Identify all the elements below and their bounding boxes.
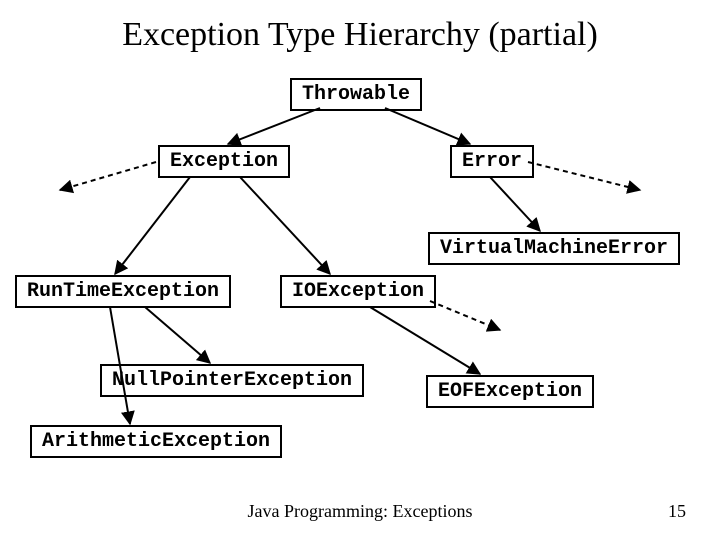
slide: Exception Type Hierarchy (partial) Throw… xyxy=(0,0,720,540)
footer-text: Java Programming: Exceptions xyxy=(0,501,720,522)
node-runtime: RunTimeException xyxy=(15,275,231,308)
node-arithmetic: ArithmeticException xyxy=(30,425,282,458)
node-error: Error xyxy=(450,145,534,178)
node-nullpointer: NullPointerException xyxy=(100,364,364,397)
page-title: Exception Type Hierarchy (partial) xyxy=(0,16,720,54)
node-eof: EOFException xyxy=(426,375,594,408)
node-throwable: Throwable xyxy=(290,78,422,111)
node-exception: Exception xyxy=(158,145,290,178)
node-ioexception: IOException xyxy=(280,275,436,308)
node-vmerror: VirtualMachineError xyxy=(428,232,680,265)
page-number: 15 xyxy=(668,501,686,522)
